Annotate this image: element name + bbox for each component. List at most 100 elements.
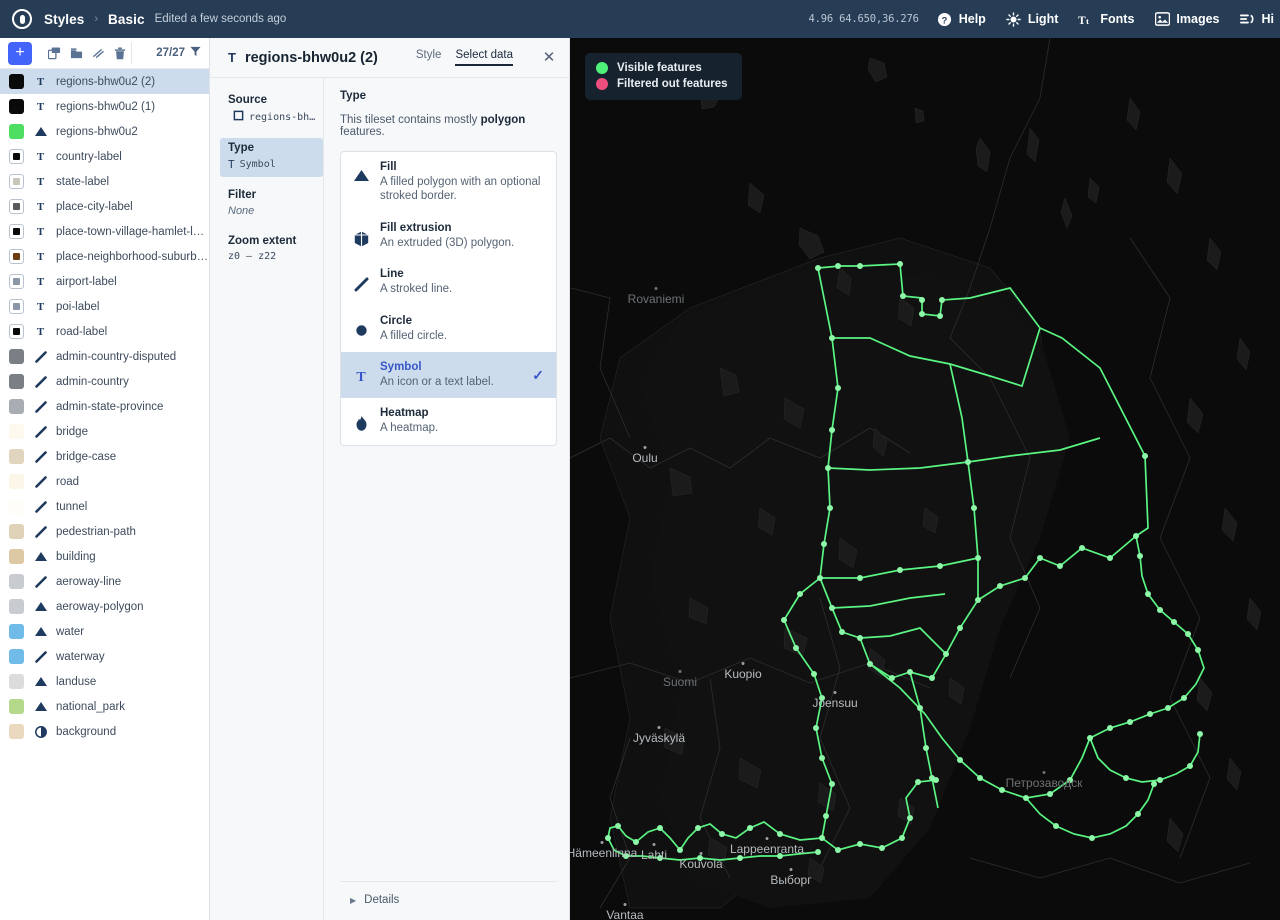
layer-type-fill-icon xyxy=(34,552,47,561)
layer-color-swatch[interactable] xyxy=(9,674,24,689)
source-block[interactable]: Source regions-bh… xyxy=(220,90,323,130)
type-option-description: An extruded (3D) polygon. xyxy=(380,236,515,249)
light-preset-button[interactable]: Light xyxy=(1006,11,1058,27)
layer-row[interactable]: national_park xyxy=(0,694,209,719)
layer-color-swatch[interactable] xyxy=(9,374,24,389)
layer-row[interactable]: Tairport-label xyxy=(0,269,209,294)
filter-block[interactable]: Filter None xyxy=(220,185,323,223)
type-option-heatmap[interactable]: Heatmap A heatmap. xyxy=(341,398,556,444)
group-layer-icon[interactable] xyxy=(66,43,86,63)
layer-row[interactable]: Tplace-town-village-hamlet-label xyxy=(0,219,209,244)
layer-row[interactable]: Tregions-bhw0u2 (2) xyxy=(0,69,209,94)
delete-layer-icon[interactable] xyxy=(110,43,130,63)
layer-color-swatch[interactable] xyxy=(9,424,24,439)
add-layer-button[interactable]: + xyxy=(8,41,32,65)
breadcrumb: Styles › Basic Edited a few seconds ago xyxy=(0,9,286,29)
layer-color-swatch[interactable] xyxy=(9,449,24,464)
legend-visible-label: Visible features xyxy=(617,62,702,74)
layer-color-swatch[interactable] xyxy=(9,499,24,514)
close-panel-button[interactable]: ✕ xyxy=(541,50,557,65)
layer-color-swatch[interactable] xyxy=(9,124,24,139)
layer-type-symbol-icon: T xyxy=(36,300,45,313)
filter-icon[interactable] xyxy=(190,46,201,60)
layer-row[interactable]: waterway xyxy=(0,644,209,669)
layer-type-symbol-icon: T xyxy=(36,75,45,88)
filter-value: None xyxy=(228,205,255,217)
layer-color-swatch[interactable] xyxy=(9,574,24,589)
duplicate-layer-icon[interactable] xyxy=(44,43,64,63)
tab-select-data[interactable]: Select data xyxy=(455,49,513,66)
layer-color-swatch[interactable] xyxy=(9,74,24,89)
layer-row[interactable]: background xyxy=(0,719,209,744)
layer-row[interactable]: building xyxy=(0,544,209,569)
layer-color-swatch[interactable] xyxy=(9,224,24,239)
layer-row[interactable]: aeroway-polygon xyxy=(0,594,209,619)
type-desc-pre: This tileset contains mostly xyxy=(340,114,481,126)
layer-type-line-icon xyxy=(34,350,47,363)
mapbox-logo-icon[interactable] xyxy=(12,9,32,29)
layer-color-swatch[interactable] xyxy=(9,199,24,214)
zoom-extent-block[interactable]: Zoom extent z0 – z22 xyxy=(220,231,323,268)
breadcrumb-styles-link[interactable]: Styles xyxy=(44,12,84,27)
type-option-symbol[interactable]: T Symbol An icon or a text label. ✓ xyxy=(341,351,556,399)
layer-row[interactable]: Tpoi-label xyxy=(0,294,209,319)
layer-color-swatch[interactable] xyxy=(9,149,24,164)
layer-row[interactable]: water xyxy=(0,619,209,644)
layer-color-swatch[interactable] xyxy=(9,324,24,339)
type-option-text: Heatmap A heatmap. xyxy=(380,407,544,435)
layer-row[interactable]: Tplace-city-label xyxy=(0,194,209,219)
layer-row[interactable]: tunnel xyxy=(0,494,209,519)
layer-color-swatch[interactable] xyxy=(9,249,24,264)
layer-color-swatch[interactable] xyxy=(9,549,24,564)
layer-row[interactable]: Tcountry-label xyxy=(0,144,209,169)
layer-color-swatch[interactable] xyxy=(9,474,24,489)
layer-color-swatch[interactable] xyxy=(9,399,24,414)
layer-color-swatch[interactable] xyxy=(9,299,24,314)
type-block[interactable]: Type T Symbol xyxy=(220,138,323,177)
layer-row[interactable]: Tstate-label xyxy=(0,169,209,194)
map-canvas[interactable]: Visible features Filtered out features R… xyxy=(570,38,1280,920)
layer-name-label: admin-country xyxy=(56,375,129,388)
history-button[interactable]: Hi xyxy=(1239,11,1274,27)
layer-row[interactable]: Tplace-neighborhood-suburb-l... xyxy=(0,244,209,269)
type-option-name: Fill extrusion xyxy=(380,221,452,234)
layer-color-swatch[interactable] xyxy=(9,624,24,639)
layer-color-swatch[interactable] xyxy=(9,274,24,289)
layer-row[interactable]: pedestrian-path xyxy=(0,519,209,544)
layer-color-swatch[interactable] xyxy=(9,724,24,739)
type-option-circle[interactable]: Circle A filled circle. xyxy=(341,306,556,352)
layer-row[interactable]: Tregions-bhw0u2 (1) xyxy=(0,94,209,119)
layer-color-swatch[interactable] xyxy=(9,524,24,539)
layer-color-swatch[interactable] xyxy=(9,174,24,189)
type-option-fill[interactable]: Fill A filled polygon with an optional st… xyxy=(341,152,556,213)
layer-row[interactable]: bridge xyxy=(0,419,209,444)
map-vector-layer xyxy=(570,38,1280,920)
images-button[interactable]: Images xyxy=(1154,11,1220,27)
layer-color-swatch[interactable] xyxy=(9,699,24,714)
layer-row[interactable]: admin-country-disputed xyxy=(0,344,209,369)
hide-layer-icon[interactable] xyxy=(88,43,108,63)
layer-row[interactable]: landuse xyxy=(0,669,209,694)
layer-row[interactable]: aeroway-line xyxy=(0,569,209,594)
details-toggle[interactable]: ▶ Details xyxy=(340,881,557,920)
tab-style[interactable]: Style xyxy=(416,49,442,66)
fonts-button[interactable]: Tt Fonts xyxy=(1078,11,1134,27)
layer-count[interactable]: 27/27 xyxy=(156,46,201,60)
layer-row[interactable]: admin-state-province xyxy=(0,394,209,419)
layer-name-label: poi-label xyxy=(56,300,100,313)
layer-row[interactable]: regions-bhw0u2 xyxy=(0,119,209,144)
layer-color-swatch[interactable] xyxy=(9,599,24,614)
layer-row[interactable]: admin-country xyxy=(0,369,209,394)
layer-type-line-icon xyxy=(34,650,47,663)
legend-visible-features: Visible features xyxy=(596,62,728,74)
layer-row[interactable]: Troad-label xyxy=(0,319,209,344)
layer-color-swatch[interactable] xyxy=(9,99,24,114)
type-option-fill-extrusion[interactable]: Fill extrusion An extruded (3D) polygon. xyxy=(341,213,556,259)
layer-row[interactable]: road xyxy=(0,469,209,494)
layer-color-swatch[interactable] xyxy=(9,649,24,664)
layer-row[interactable]: bridge-case xyxy=(0,444,209,469)
help-button[interactable]: ? Help xyxy=(937,11,986,27)
type-option-line[interactable]: Line A stroked line. xyxy=(341,259,556,305)
layer-color-swatch[interactable] xyxy=(9,349,24,364)
breadcrumb-current-style[interactable]: Basic xyxy=(108,12,145,27)
